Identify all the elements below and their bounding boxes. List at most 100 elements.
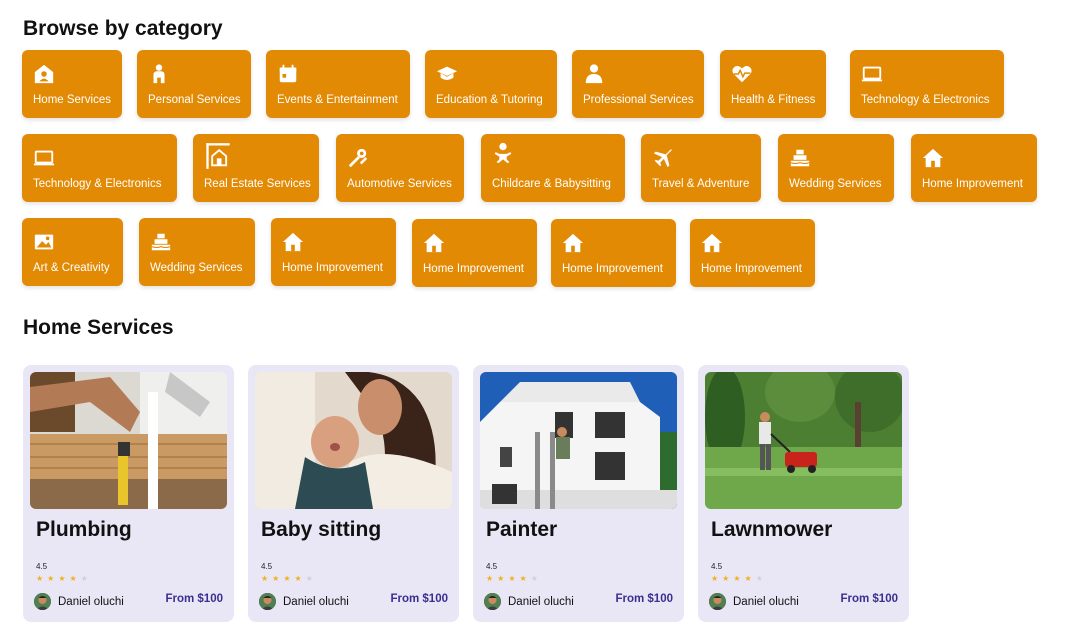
signpost-house-icon [204,142,232,170]
category-tile-travel-adventure[interactable]: Travel & Adventure [641,134,761,202]
provider-name: Daniel oluchi [58,596,124,608]
service-title: Plumbing [36,518,132,541]
category-tile-home-services[interactable]: Home Services [22,50,122,118]
category-tile-real-estate-services[interactable]: Real Estate Services [193,134,319,202]
price-label: From $100 [840,593,898,605]
category-tile-technology-electronics[interactable]: Technology & Electronics [22,134,177,202]
laptop-icon [33,147,55,169]
wedding-cake-icon [150,231,172,253]
browse-by-category-heading: Browse by category [23,17,223,40]
rating-value: 4.5 [711,562,723,571]
category-tile-childcare-babysitting[interactable]: Childcare & Babysitting [481,134,625,202]
house-icon [282,231,304,253]
category-label: Automotive Services [347,178,452,190]
house-icon [922,147,944,169]
category-tile-home-improvement[interactable]: Home Improvement [412,219,537,287]
star-empty-icon: ★ [530,574,542,583]
category-label: Childcare & Babysitting [492,178,611,190]
category-tile-home-improvement[interactable]: Home Improvement [911,134,1037,202]
category-label: Home Improvement [423,263,524,275]
service-card-painter[interactable]: Painter 4.5 ★★★★★ Daniel oluchi From $10… [473,365,684,622]
category-tile-home-improvement[interactable]: Home Improvement [690,219,815,287]
category-tile-home-improvement[interactable]: Home Improvement [271,218,396,286]
star-rating: ★★★★★ [711,574,767,583]
category-tile-automotive-services[interactable]: Automotive Services [336,134,464,202]
category-tile-home-improvement[interactable]: Home Improvement [551,219,676,287]
star-icon: ★ [261,574,273,583]
painter-photo [480,372,677,509]
service-card-baby-sitting[interactable]: Baby sitting 4.5 ★★★★★ Daniel oluchi Fro… [248,365,459,622]
star-rating: ★★★★★ [261,574,317,583]
category-tile-professional-services[interactable]: Professional Services [572,50,704,118]
category-label: Health & Fitness [731,94,816,106]
home-services-heading: Home Services [23,316,174,339]
category-label: Wedding Services [150,262,243,274]
service-card-lawnmower[interactable]: Lawnmower 4.5 ★★★★★ Daniel oluchi From $… [698,365,909,622]
house-user-icon [33,63,55,85]
star-icon: ★ [508,574,520,583]
category-tile-personal-services[interactable]: Personal Services [137,50,251,118]
rating-value: 4.5 [36,562,48,571]
laptop-icon [861,63,883,85]
star-half-icon: ★ [519,574,531,583]
avatar [259,593,276,610]
category-tile-technology-electronics[interactable]: Technology & Electronics [850,50,1004,118]
star-icon: ★ [486,574,498,583]
baby-sitting-photo [255,372,452,509]
house-icon [562,232,584,254]
rating-value: 4.5 [486,562,498,571]
category-label: Personal Services [148,94,241,106]
star-icon: ★ [722,574,734,583]
category-tile-wedding-services[interactable]: Wedding Services [778,134,894,202]
category-label: Home Services [33,94,111,106]
plumbing-photo [30,372,227,509]
service-title: Baby sitting [261,518,382,541]
tools-icon [347,147,369,169]
service-card-plumbing[interactable]: Plumbing 4.5 ★★★★★ Daniel oluchi From $1… [23,365,234,622]
star-icon: ★ [58,574,70,583]
star-half-icon: ★ [69,574,81,583]
calendar-icon [277,63,299,85]
price-label: From $100 [165,593,223,605]
avatar [484,593,501,610]
category-label: Professional Services [583,94,694,106]
category-label: Real Estate Services [204,178,311,190]
category-tile-art-creativity[interactable]: Art & Creativity [22,218,123,286]
category-label: Home Improvement [282,262,383,274]
star-icon: ★ [497,574,509,583]
price-label: From $100 [390,593,448,605]
house-icon [701,232,723,254]
service-title: Lawnmower [711,518,833,541]
category-label: Education & Tutoring [436,94,543,106]
category-tile-education-tutoring[interactable]: Education & Tutoring [425,50,557,118]
graduation-cap-icon [436,63,458,85]
category-tile-health-fitness[interactable]: Health & Fitness [720,50,826,118]
star-icon: ★ [47,574,59,583]
category-label: Events & Entertainment [277,94,398,106]
star-empty-icon: ★ [305,574,317,583]
category-label: Technology & Electronics [861,94,990,106]
star-empty-icon: ★ [755,574,767,583]
service-title: Painter [486,518,558,541]
person-icon [148,63,170,85]
star-half-icon: ★ [294,574,306,583]
star-icon: ★ [711,574,723,583]
star-icon: ★ [272,574,284,583]
price-label: From $100 [615,593,673,605]
category-label: Travel & Adventure [652,178,750,190]
category-label: Art & Creativity [33,262,110,274]
category-tile-wedding-services[interactable]: Wedding Services [139,218,255,286]
star-empty-icon: ★ [80,574,92,583]
star-icon: ★ [283,574,295,583]
category-label: Technology & Electronics [33,178,162,190]
star-icon: ★ [733,574,745,583]
category-label: Home Improvement [701,263,802,275]
category-label: Home Improvement [922,178,1023,190]
category-label: Wedding Services [789,178,882,190]
category-tile-events-entertainment[interactable]: Events & Entertainment [266,50,410,118]
house-icon [423,232,445,254]
user-tie-icon [583,63,605,85]
provider-name: Daniel oluchi [733,596,799,608]
category-label: Home Improvement [562,263,663,275]
rating-value: 4.5 [261,562,273,571]
